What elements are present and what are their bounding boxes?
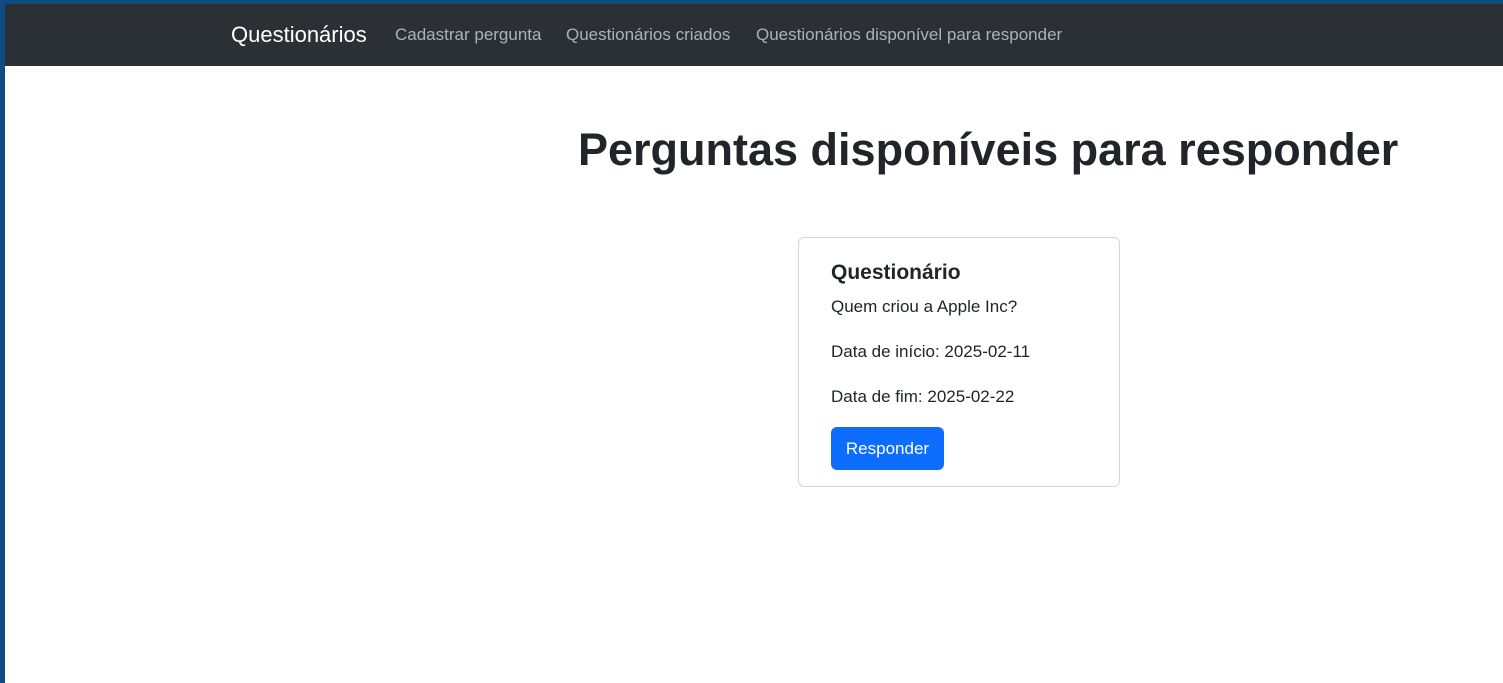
navbar: Questionários Cadastrar pergunta Questio… <box>5 4 1503 66</box>
nav-link-questionarios-disponiveis[interactable]: Questionários disponível para responder <box>756 24 1062 46</box>
start-date-text: Data de início: 2025-02-11 <box>831 342 1031 361</box>
nav-link-questionarios-criados[interactable]: Questionários criados <box>566 24 730 46</box>
card-title: Questionário <box>831 261 961 284</box>
questionnaire-card: Questionário Quem criou a Apple Inc? Dat… <box>798 237 1120 487</box>
question-text: Quem criou a Apple Inc? <box>831 297 1018 316</box>
nav-link-cadastrar-pergunta[interactable]: Cadastrar pergunta <box>395 24 541 46</box>
end-date-text: Data de fim: 2025-02-22 <box>831 387 1015 406</box>
page-title: Perguntas disponíveis para responder <box>578 124 1399 175</box>
browser-window: Questionários Cadastrar pergunta Questio… <box>5 4 1503 683</box>
navbar-brand[interactable]: Questionários <box>231 21 367 49</box>
responder-button[interactable]: Responder <box>831 427 944 470</box>
